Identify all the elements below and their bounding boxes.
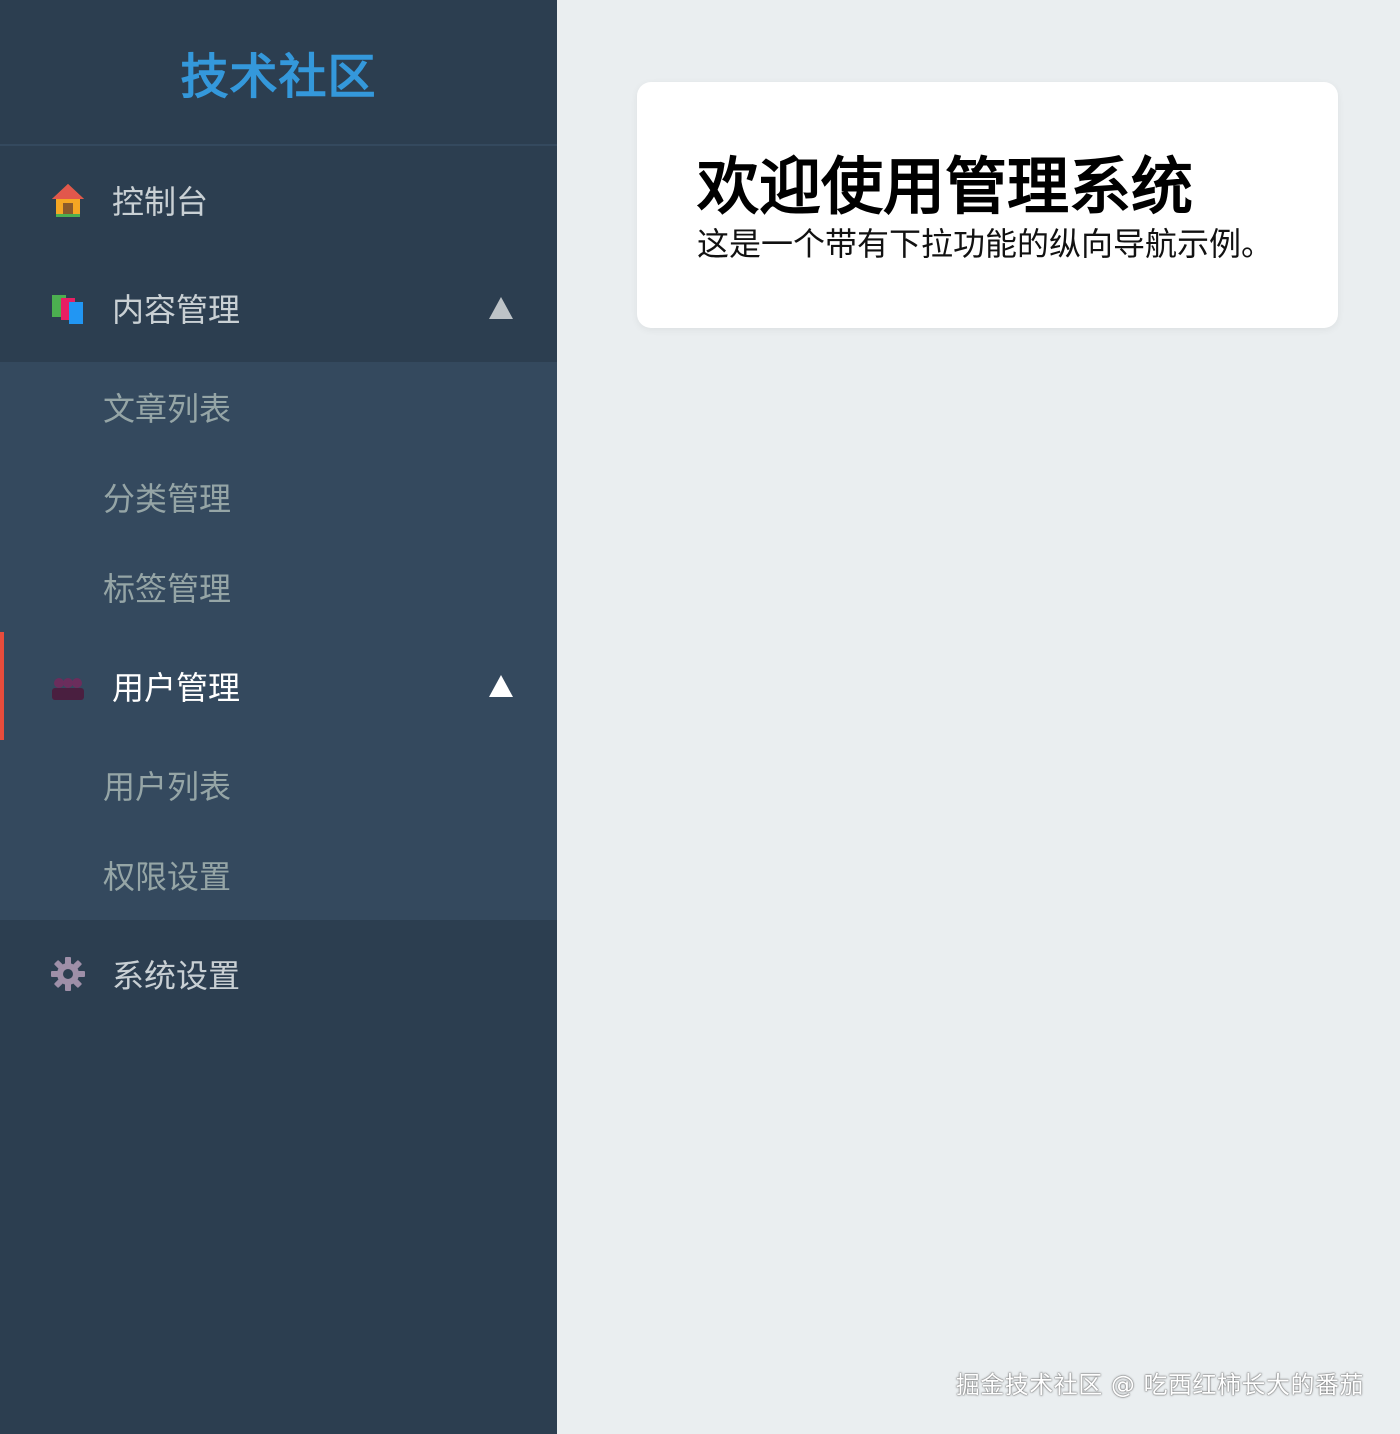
menu-item-content[interactable]: 内容管理	[0, 254, 557, 362]
menu-label-content: 内容管理	[112, 291, 241, 329]
menu-label-settings: 系统设置	[112, 957, 241, 995]
books-icon	[48, 288, 88, 328]
submenu-label: 权限设置	[103, 858, 232, 896]
submenu-item-categories[interactable]: 分类管理	[0, 452, 557, 542]
house-icon	[48, 180, 88, 220]
menu-item-users[interactable]: 用户管理	[0, 632, 557, 740]
submenu-content: 文章列表 分类管理 标签管理 用户管理 用户列表 权限设置	[0, 362, 557, 920]
gear-icon	[48, 954, 88, 994]
submenu-label: 文章列表	[103, 390, 232, 428]
watermark: 掘金技术社区 @ 吃西红柿长大的番茄	[955, 1371, 1364, 1399]
submenu-label: 分类管理	[103, 480, 232, 518]
brand-header: 技术社区	[0, 0, 557, 146]
users-icon	[48, 666, 88, 706]
chevron-up-icon[interactable]	[489, 297, 513, 319]
menu-item-settings[interactable]: 系统设置	[0, 920, 557, 1028]
page-description: 这是一个带有下拉功能的纵向导航示例。	[697, 225, 1274, 263]
submenu-label: 用户列表	[103, 768, 232, 806]
submenu-item-permissions[interactable]: 权限设置	[0, 830, 557, 920]
menu-item-dashboard[interactable]: 控制台	[0, 146, 557, 254]
submenu-item-articles[interactable]: 文章列表	[0, 362, 557, 452]
welcome-card: 欢迎使用管理系统 这是一个带有下拉功能的纵向导航示例。	[637, 82, 1338, 328]
chevron-up-icon[interactable]	[489, 675, 513, 697]
submenu-item-user-list[interactable]: 用户列表	[0, 740, 557, 830]
submenu-label: 标签管理	[103, 570, 232, 608]
menu-label-users: 用户管理	[112, 669, 241, 707]
submenu-item-tags[interactable]: 标签管理	[0, 542, 557, 632]
brand-title[interactable]: 技术社区	[180, 37, 376, 107]
page-title: 欢迎使用管理系统	[697, 150, 1194, 223]
sidebar: 技术社区 控制台 内容管理 文章列表 分类管理 标签管理 用户管理 用户列表 权…	[0, 0, 557, 1434]
menu-label-dashboard: 控制台	[112, 183, 209, 221]
